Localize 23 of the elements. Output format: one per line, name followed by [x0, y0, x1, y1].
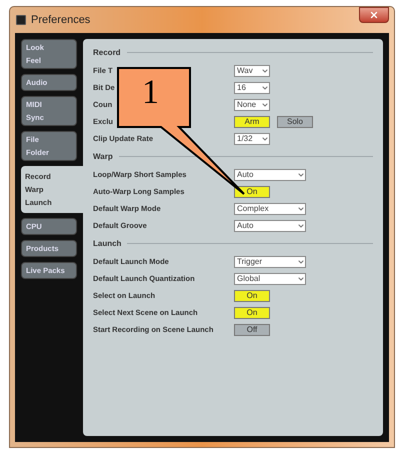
toggle-button[interactable]: Off: [234, 324, 270, 336]
section-heading: Warp: [93, 150, 113, 162]
close-icon: [369, 10, 379, 20]
section-heading: Record: [93, 46, 121, 58]
toggle-button[interactable]: Arm: [234, 116, 270, 128]
window-title: Preferences: [31, 12, 90, 28]
toggle-button[interactable]: On: [234, 186, 270, 198]
dropdown[interactable]: Trigger: [234, 256, 306, 268]
toggle-button[interactable]: On: [234, 306, 270, 318]
toggle-button[interactable]: On: [234, 290, 270, 302]
section-heading: Launch: [93, 238, 122, 250]
callout-number: 1: [142, 76, 159, 110]
dropdown[interactable]: Wav: [234, 64, 270, 76]
dropdown[interactable]: Auto: [234, 220, 306, 232]
toggle-button[interactable]: Solo: [277, 116, 313, 128]
dropdown[interactable]: Global: [234, 272, 306, 284]
dropdown[interactable]: Complex: [234, 202, 306, 214]
dropdown[interactable]: 16: [234, 82, 270, 94]
dropdown[interactable]: None: [234, 98, 270, 110]
dropdown[interactable]: 1/32: [234, 132, 270, 144]
app-icon: [16, 15, 26, 25]
dropdown[interactable]: Auto: [234, 168, 306, 180]
close-button[interactable]: [359, 7, 389, 23]
